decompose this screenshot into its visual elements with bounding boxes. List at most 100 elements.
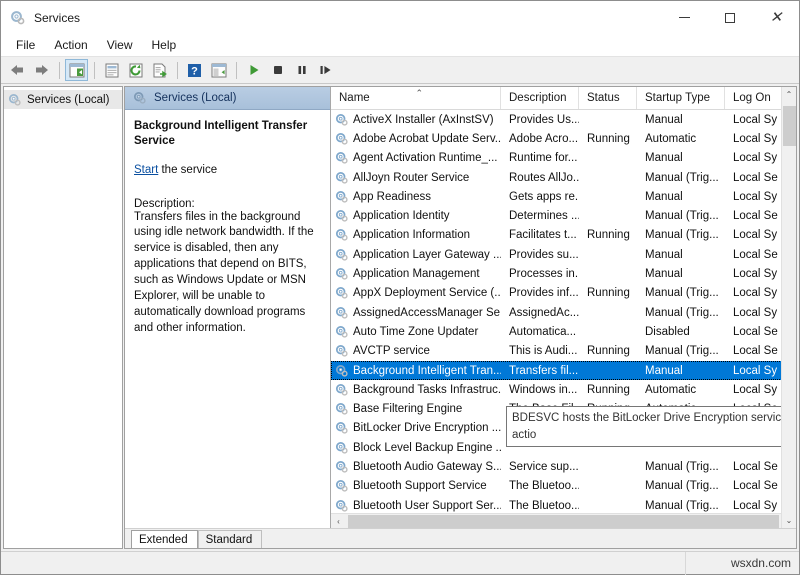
cell-status: Running [579, 345, 637, 357]
services-gear-icon [10, 10, 26, 26]
services-gear-icon [335, 344, 349, 358]
table-row[interactable]: AppX Deployment Service (...Provides inf… [331, 284, 796, 303]
start-service-icon[interactable] [242, 59, 265, 81]
table-row[interactable]: AllJoyn Router ServiceRoutes AllJo...Man… [331, 168, 796, 187]
table-row[interactable]: Background Intelligent Tran...Transfers … [331, 361, 796, 380]
cell-name-label: AppX Deployment Service (... [353, 287, 501, 299]
cell-startup-type: Manual (Trig... [637, 500, 725, 512]
services-gear-icon [335, 441, 349, 455]
services-gear-icon [335, 325, 349, 339]
properties-icon[interactable] [100, 59, 123, 81]
table-row[interactable]: AssignedAccessManager Se...AssignedAc...… [331, 303, 796, 322]
cell-name-label: App Readiness [353, 191, 431, 203]
table-row[interactable]: Application Layer Gateway ...Provides su… [331, 245, 796, 264]
cell-description: Provides Us... [501, 114, 579, 126]
column-header-startup-type[interactable]: Startup Type [637, 87, 725, 109]
table-row[interactable]: Bluetooth User Support Ser...The Bluetoo… [331, 496, 796, 513]
cell-description: Determines ... [501, 210, 579, 222]
table-row[interactable]: Adobe Acrobat Update Serv...Adobe Acro..… [331, 129, 796, 148]
toolbar: ? [1, 57, 799, 84]
cell-description: Windows in... [501, 384, 579, 396]
vertical-scrollbar[interactable]: ⌃ ⌄ [781, 87, 796, 528]
tab-standard[interactable]: Standard [198, 530, 263, 548]
cell-description: Routes AllJo... [501, 172, 579, 184]
table-row[interactable]: App ReadinessGets apps re...ManualLocal … [331, 187, 796, 206]
sort-ascending-icon: ⌃ [416, 88, 424, 99]
scroll-up-icon[interactable]: ⌃ [782, 87, 797, 102]
tooltip-line-1: BDESVC hosts the BitLocker Drive Encrypt… [512, 410, 785, 427]
refresh-icon[interactable] [124, 59, 147, 81]
cell-startup-type: Automatic [637, 384, 725, 396]
tab-extended[interactable]: Extended [131, 530, 198, 548]
cell-description: Transfers fil... [501, 365, 579, 377]
scroll-left-icon[interactable]: ‹ [331, 514, 346, 529]
cell-name-label: Application Identity [353, 210, 450, 222]
menu-item-help[interactable]: Help [143, 35, 186, 55]
forward-icon[interactable] [30, 59, 53, 81]
services-gear-icon [335, 421, 349, 435]
cell-startup-type: Manual [637, 268, 725, 280]
column-header-description[interactable]: Description [501, 87, 579, 109]
cell-name-label: Adobe Acrobat Update Serv... [353, 133, 501, 145]
console-tree-pane: Services (Local) [3, 86, 123, 549]
cell-status: Running [579, 133, 637, 145]
services-gear-icon [335, 402, 349, 416]
cell-startup-type: Manual (Trig... [637, 345, 725, 357]
show-action-pane-icon[interactable] [207, 59, 230, 81]
cell-description: Provides su... [501, 249, 579, 261]
cell-name: Application Management [331, 267, 501, 281]
scroll-down-icon[interactable]: ⌄ [782, 513, 797, 528]
export-list-icon[interactable] [148, 59, 171, 81]
table-row[interactable]: Background Tasks Infrastruc...Windows in… [331, 380, 796, 399]
cell-name: Bluetooth User Support Ser... [331, 499, 501, 513]
start-service-link[interactable]: Start [134, 164, 158, 176]
service-description-tooltip: BDESVC hosts the BitLocker Drive Encrypt… [506, 406, 791, 447]
cell-name: Background Tasks Infrastruc... [331, 383, 501, 397]
cell-description: Adobe Acro... [501, 133, 579, 145]
pause-service-icon[interactable] [290, 59, 313, 81]
table-row[interactable]: AVCTP serviceThis is Audi...RunningManua… [331, 342, 796, 361]
vertical-scroll-track[interactable] [782, 102, 797, 513]
help-icon[interactable]: ? [183, 59, 206, 81]
tree-item-services-local[interactable]: Services (Local) [4, 90, 122, 109]
column-header-name[interactable]: Name ⌃ [331, 87, 501, 109]
menu-item-view[interactable]: View [98, 35, 142, 55]
services-gear-icon [335, 460, 349, 474]
maximize-button[interactable] [707, 1, 753, 34]
table-row[interactable]: Auto Time Zone UpdaterAutomatica...Disab… [331, 322, 796, 341]
table-row[interactable]: Bluetooth Audio Gateway S...Service sup.… [331, 457, 796, 476]
restart-service-icon[interactable] [314, 59, 337, 81]
cell-startup-type: Manual (Trig... [637, 307, 725, 319]
cell-name: Adobe Acrobat Update Serv... [331, 132, 501, 146]
column-header-status[interactable]: Status [579, 87, 637, 109]
services-gear-icon [335, 267, 349, 281]
minimize-button[interactable] [661, 1, 707, 34]
cell-startup-type: Manual [637, 152, 725, 164]
cell-name-label: Auto Time Zone Updater [353, 326, 478, 338]
show-hide-tree-icon[interactable] [65, 59, 88, 81]
menu-item-file[interactable]: File [7, 35, 44, 55]
cell-startup-type: Manual [637, 191, 725, 203]
detail-panel-header: Services (Local) [125, 87, 330, 110]
vertical-scroll-thumb[interactable] [783, 106, 796, 146]
services-gear-icon [133, 91, 147, 105]
window-controls: ✕ [661, 1, 799, 34]
table-row[interactable]: ActiveX Installer (AxInstSV)Provides Us.… [331, 110, 796, 129]
table-row[interactable]: Bluetooth Support ServiceThe Bluetoo...M… [331, 477, 796, 496]
menu-item-action[interactable]: Action [45, 35, 96, 55]
stop-service-icon[interactable] [266, 59, 289, 81]
cell-name-label: Application Management [353, 268, 480, 280]
services-gear-icon [335, 113, 349, 127]
cell-description: Processes in... [501, 268, 579, 280]
cell-name: AVCTP service [331, 344, 501, 358]
table-row[interactable]: Application Management Processes in... Man… [331, 264, 796, 283]
table-row[interactable]: Agent Activation Runtime_...Runtime for.… [331, 149, 796, 168]
horizontal-scrollbar[interactable]: ‹ › [331, 513, 796, 528]
back-icon[interactable] [6, 59, 29, 81]
close-button[interactable]: ✕ [753, 1, 799, 34]
cell-description: Automatica... [501, 326, 579, 338]
horizontal-scroll-thumb[interactable] [348, 515, 779, 528]
horizontal-scroll-track[interactable] [346, 514, 781, 529]
table-row[interactable]: Application IdentityDetermines ...Manual… [331, 206, 796, 225]
table-row[interactable]: Application InformationFacilitates t...R… [331, 226, 796, 245]
